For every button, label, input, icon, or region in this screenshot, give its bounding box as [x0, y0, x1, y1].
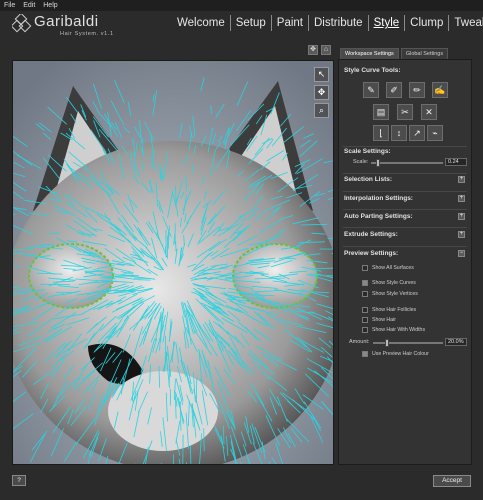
checkbox-label: Show Style Vertices [372, 291, 418, 297]
scale-slider-handle[interactable] [376, 159, 381, 167]
show-all-surfaces-checkbox[interactable] [362, 265, 368, 271]
comb-clump-icon[interactable]: ✏ [409, 82, 425, 98]
scale-value-field[interactable]: 0.24 [445, 158, 467, 166]
selection-lists-title[interactable]: Selection Lists: [344, 176, 392, 183]
checkbox-label: Show Hair With Widths [372, 327, 426, 333]
show-style-vertices-checkbox[interactable] [362, 291, 368, 297]
checkbox-label: Use Preview Hair Colour [372, 351, 429, 357]
hair-strand [203, 428, 205, 452]
zoom-magnifier-icon[interactable]: ⌕ [314, 103, 329, 118]
amount-slider-handle[interactable] [385, 339, 389, 347]
amount-label: Amount: [349, 339, 370, 345]
length-arrows-icon[interactable]: ↕ [391, 125, 407, 141]
home-icon[interactable]: ⌂ [321, 45, 331, 55]
comb-tool-icon[interactable]: ✎ [363, 82, 379, 98]
interpolation-settings-title[interactable]: Interpolation Settings: [344, 195, 413, 202]
tools-icon[interactable]: ✕ [421, 104, 437, 120]
tab-workspace-settings[interactable]: Workspace Settings [340, 48, 399, 59]
scissors-icon[interactable]: ✂ [397, 104, 413, 120]
tab-global-settings[interactable]: Global Settings [400, 48, 449, 59]
amount-value-field[interactable]: 20.0% [445, 338, 467, 346]
show-style-curves-checkbox[interactable] [362, 280, 368, 286]
show-hair-follicles-checkbox[interactable] [362, 307, 368, 313]
checkbox-label: Show All Surfaces [372, 265, 414, 271]
tab-welcome[interactable]: Welcome [172, 15, 231, 31]
hair-strand [332, 233, 333, 235]
tab-tweak[interactable]: Tweak [449, 15, 483, 31]
panel-tabs: Workspace Settings Global Settings [340, 48, 450, 59]
checkbox-label: Show Hair Follicles [372, 307, 417, 313]
comb-smooth-icon[interactable]: ✐ [386, 82, 402, 98]
expand-auto-parting-settings-button[interactable]: + [458, 213, 465, 220]
hair-render [13, 61, 333, 464]
ruler-icon[interactable]: ▤ [373, 104, 389, 120]
menu-edit[interactable]: Edit [23, 2, 35, 9]
tab-paint[interactable]: Paint [272, 15, 309, 31]
checkbox-label: Show Hair [372, 317, 396, 323]
tab-setup[interactable]: Setup [231, 15, 272, 31]
viewport-toolbar: ↖ ✥ ⌕ [314, 67, 329, 121]
target-icon[interactable]: ✥ [308, 45, 318, 55]
expand-interpolation-settings-button[interactable]: + [458, 195, 465, 202]
scale-label: Scale: [353, 159, 369, 165]
brush-tool-icon[interactable]: ⌁ [427, 125, 443, 141]
logo-mark-icon [12, 14, 32, 33]
collapse-preview-settings-button[interactable]: − [458, 250, 465, 257]
preview-settings-title[interactable]: Preview Settings: [344, 250, 398, 257]
hair-strand [189, 445, 192, 464]
3d-viewport[interactable]: ↖ ✥ ⌕ [12, 60, 334, 465]
hair-strand [195, 377, 198, 403]
expand-extrude-settings-button[interactable]: + [458, 231, 465, 238]
style-curve-tools-title: Style Curve Tools: [344, 67, 401, 74]
tab-distribute[interactable]: Distribute [309, 15, 369, 31]
menu-file[interactable]: File [4, 2, 15, 9]
divider [343, 173, 467, 174]
help-button[interactable]: ? [12, 475, 26, 486]
hair-strand [332, 273, 333, 275]
tab-style[interactable]: Style [369, 15, 406, 31]
app-title: Garibaldi [34, 13, 99, 30]
hair-strand [232, 463, 234, 464]
divider [343, 209, 467, 210]
app-version: Hair System. v1.1 [60, 31, 114, 37]
show-hair-checkbox[interactable] [362, 317, 368, 323]
auto-parting-settings-title[interactable]: Auto Parting Settings: [344, 213, 413, 220]
main-tabs: Welcome Setup Paint Distribute Style Clu… [172, 15, 483, 31]
divider [343, 227, 467, 228]
move-cross-icon[interactable]: ✥ [314, 85, 329, 100]
app-logo: Garibaldi Hair System. v1.1 [12, 12, 120, 40]
settings-panel: Style Curve Tools: ✎ ✐ ✏ ✍ ▤ ✂ ✕ ⌊ ↕ ↗ ⌁… [338, 59, 472, 465]
checkbox-label: Show Style Curves [372, 280, 416, 286]
axis-icon[interactable]: ⌊ [373, 125, 389, 141]
hair-strand [134, 463, 136, 464]
select-arrow-icon[interactable]: ↖ [314, 67, 329, 82]
scale-settings-title: Scale Settings: [344, 148, 391, 155]
accept-button[interactable]: Accept [433, 475, 471, 487]
divider [343, 191, 467, 192]
tab-clump[interactable]: Clump [405, 15, 450, 31]
comb-cut-icon[interactable]: ✍ [432, 82, 448, 98]
divider [343, 246, 467, 247]
use-preview-hair-colour-checkbox[interactable] [362, 351, 368, 357]
curl-arrow-icon[interactable]: ↗ [409, 125, 425, 141]
help-label: ? [17, 477, 21, 484]
menu-help[interactable]: Help [43, 2, 57, 9]
menu-bar: File Edit Help [0, 0, 483, 11]
amount-slider[interactable] [373, 339, 443, 347]
hair-strand [332, 404, 333, 406]
extrude-settings-title[interactable]: Extrude Settings: [344, 231, 398, 238]
scale-slider[interactable] [371, 159, 443, 167]
expand-selection-lists-button[interactable]: + [458, 176, 465, 183]
show-hair-with-widths-checkbox[interactable] [362, 327, 368, 333]
divider [343, 146, 467, 147]
